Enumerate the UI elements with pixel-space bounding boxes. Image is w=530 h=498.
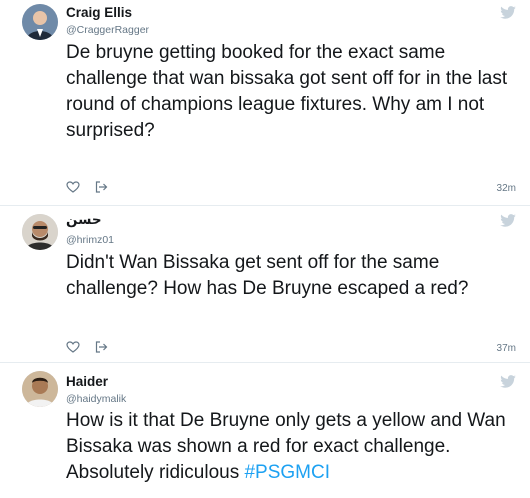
tweet-text: Didn't Wan Bissaka get sent off for the … bbox=[66, 252, 469, 299]
timestamp[interactable]: 37m bbox=[497, 343, 516, 354]
share-button[interactable] bbox=[94, 340, 108, 354]
share-icon bbox=[95, 181, 108, 193]
avatar-craig-ellis[interactable] bbox=[22, 4, 58, 40]
twitter-bird-icon[interactable] bbox=[500, 6, 516, 19]
twitter-bird-icon[interactable] bbox=[500, 375, 516, 388]
avatar-haidymalik[interactable] bbox=[22, 371, 58, 407]
hashtag-link[interactable]: #PSGMCI bbox=[244, 462, 330, 483]
display-name[interactable]: Craig Ellis bbox=[66, 5, 132, 20]
like-button[interactable] bbox=[66, 340, 80, 354]
tweet-3: Haider @haidymalik How is it that De Bru… bbox=[0, 363, 530, 498]
user-handle[interactable]: @hrimz01 bbox=[66, 234, 114, 246]
share-icon bbox=[95, 341, 108, 353]
timestamp[interactable]: 32m bbox=[497, 183, 516, 194]
tweet-text: How is it that De Bruyne only gets a yel… bbox=[66, 408, 516, 486]
user-handle[interactable]: @CraggerRagger bbox=[66, 24, 149, 36]
like-button[interactable] bbox=[66, 180, 80, 194]
display-name[interactable]: Haider bbox=[66, 374, 108, 389]
avatar-hrimz01[interactable] bbox=[22, 214, 58, 250]
tweet-text: De bruyne getting booked for the exact s… bbox=[66, 42, 513, 141]
twitter-bird-icon[interactable] bbox=[500, 214, 516, 227]
tweet-1: Craig Ellis @CraggerRagger De bruyne get… bbox=[0, 0, 530, 205]
tweet-2: حسن @hrimz01 Didn't Wan Bissaka get sent… bbox=[0, 206, 530, 360]
user-handle[interactable]: @haidymalik bbox=[66, 393, 126, 405]
heart-icon bbox=[66, 341, 80, 353]
display-name[interactable]: حسن bbox=[66, 212, 102, 228]
share-button[interactable] bbox=[94, 180, 108, 194]
heart-icon bbox=[66, 181, 80, 193]
